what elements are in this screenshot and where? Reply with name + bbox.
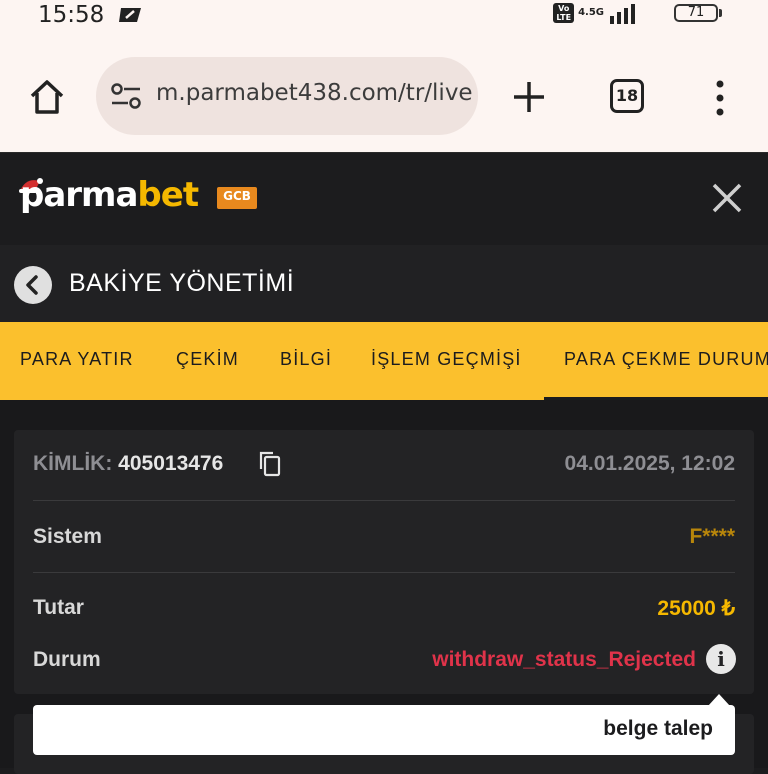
battery-level: 71 (687, 5, 705, 20)
site-header: parmabet GCB (0, 153, 768, 245)
tab-history[interactable]: İŞLEM GEÇMİŞİ (371, 349, 522, 370)
amount-label: Tutar (33, 596, 84, 619)
tab-deposit[interactable]: PARA YATIR (20, 349, 134, 370)
back-button[interactable] (14, 266, 52, 304)
tab-switcher-button[interactable]: 18 (610, 79, 644, 113)
id-value: 405013476 (118, 452, 224, 475)
tab-withdraw[interactable]: ÇEKİM (176, 349, 239, 370)
id-row: KİMLİK: 405013476 (33, 452, 223, 476)
status-label: Durum (33, 648, 101, 671)
address-bar[interactable]: m.parmabet438.com/tr/live (96, 57, 478, 135)
logo-text-part1: parma (20, 175, 138, 215)
license-badge: GCB (217, 187, 257, 209)
amount-value: 25000 ₺ (657, 597, 735, 620)
network-type: 4.5G (578, 7, 604, 18)
chevron-left-icon (26, 275, 38, 295)
battery-tip (719, 9, 722, 17)
close-icon[interactable] (710, 181, 744, 215)
browser-toolbar: m.parmabet438.com/tr/live 18 (0, 36, 768, 152)
clock: 15:58 (38, 2, 105, 28)
row-divider (33, 500, 735, 501)
logo[interactable]: parmabet (20, 175, 199, 215)
logo-text-part2: bet (137, 175, 199, 215)
new-tab-icon[interactable] (512, 80, 546, 114)
site-settings-icon[interactable] (110, 83, 142, 109)
copy-icon[interactable] (258, 450, 282, 478)
status-tooltip: belge talep (33, 705, 735, 755)
tab-bar: PARA YATIR ÇEKİM BİLGİ İŞLEM GEÇMİŞİ PAR… (0, 322, 768, 400)
status-value: withdraw_status_Rejected (432, 648, 696, 671)
row-divider (33, 572, 735, 573)
content-area: KİMLİK: 405013476 04.01.2025, 12:02 Sist… (0, 400, 768, 774)
status-bar: 15:58 Vo LTE 4.5G 71 (0, 0, 768, 36)
system-value: F**** (689, 525, 735, 548)
tab-info[interactable]: BİLGİ (280, 349, 332, 370)
withdrawal-date: 04.01.2025, 12:02 (564, 452, 735, 475)
tab-withdraw-status[interactable]: PARA ÇEKME DURUMU (564, 349, 768, 370)
url-text[interactable]: m.parmabet438.com/tr/live (156, 80, 473, 106)
volte-icon: Vo LTE (553, 3, 575, 23)
signal-icon (610, 4, 635, 24)
battery-icon: 71 (674, 4, 718, 22)
id-label: KİMLİK: (33, 452, 113, 475)
info-icon[interactable]: i (706, 644, 736, 674)
notification-icon (119, 8, 141, 22)
system-label: Sistem (33, 525, 102, 548)
home-icon[interactable] (28, 78, 66, 116)
tooltip-text: belge talep (603, 717, 713, 740)
page-title: BAKİYE YÖNETİMİ (69, 269, 295, 297)
more-vert-icon[interactable] (712, 80, 728, 116)
page-header: BAKİYE YÖNETİMİ (0, 245, 768, 323)
withdrawal-card: KİMLİK: 405013476 04.01.2025, 12:02 Sist… (14, 430, 754, 694)
